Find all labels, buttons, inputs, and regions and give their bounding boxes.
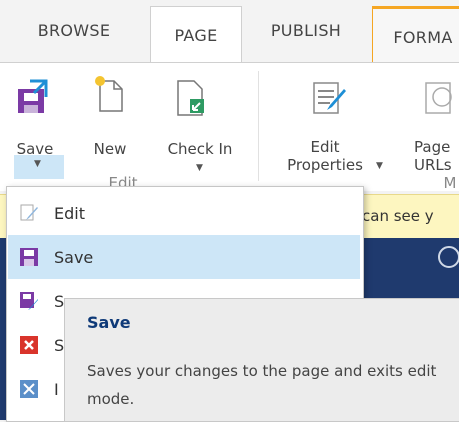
floppy-disk-icon bbox=[20, 248, 38, 266]
page-urls-icon bbox=[425, 82, 452, 114]
save-edit-icon bbox=[20, 292, 38, 310]
ribbon-edit-properties-label-2: Properties bbox=[287, 156, 363, 174]
red-x-icon bbox=[20, 336, 38, 354]
ribbon-edit-properties-label-1: Edit bbox=[310, 138, 340, 156]
ribbon-group-separator bbox=[258, 71, 259, 181]
tools-icon bbox=[20, 380, 38, 398]
ribbon-page-urls-button[interactable]: Page URLs bbox=[408, 79, 459, 179]
tooltip-title: Save bbox=[87, 313, 131, 332]
menu-item-tools-label: I bbox=[54, 379, 59, 399]
group-manage-label: M bbox=[443, 174, 457, 192]
chevron-down-icon: ▼ bbox=[34, 159, 41, 169]
ribbon-page-urls-label-1: Page bbox=[414, 138, 451, 156]
ribbon-checkin-label: Check In bbox=[167, 140, 233, 158]
ribbon-tab-strip: BROWSE PAGE PUBLISH FORMA bbox=[0, 0, 459, 65]
ribbon-save-button[interactable]: Save bbox=[10, 79, 60, 163]
ribbon: Save ▼ New Check In ▼ Edit Edit Properti… bbox=[0, 62, 459, 192]
new-page-icon bbox=[95, 76, 123, 112]
menu-item-save-label: Save bbox=[54, 247, 94, 267]
edit-properties-icon bbox=[313, 82, 346, 114]
menu-item-edit-label: Edit bbox=[54, 203, 85, 223]
menu-item-edit[interactable]: Edit bbox=[8, 191, 360, 235]
menu-item-save-and-keep-editing-label: S bbox=[54, 291, 65, 311]
header-icon bbox=[438, 246, 459, 268]
menu-item-save[interactable]: Save bbox=[8, 235, 360, 279]
check-in-icon bbox=[177, 80, 204, 116]
save-dropdown-arrow[interactable]: ▼ bbox=[14, 155, 64, 179]
ribbon-new-button[interactable]: New bbox=[86, 76, 134, 163]
ribbon-checkin-button[interactable]: Check In ▼ bbox=[150, 79, 250, 179]
status-bar-text: can see y bbox=[362, 207, 434, 225]
chevron-down-icon: ▼ bbox=[196, 163, 203, 173]
save-icon bbox=[18, 79, 48, 113]
tab-publish[interactable]: PUBLISH bbox=[246, 0, 366, 60]
tooltip-description: Saves your changes to the page and exits… bbox=[87, 362, 437, 408]
ribbon-page-urls-label-2: URLs bbox=[414, 156, 452, 174]
menu-item-stop-editing-label: S bbox=[54, 335, 65, 355]
tab-browse[interactable]: BROWSE bbox=[8, 0, 140, 60]
save-tooltip: Save Saves your changes to the page and … bbox=[64, 298, 459, 422]
ribbon-new-label: New bbox=[93, 140, 127, 158]
tab-page[interactable]: PAGE bbox=[150, 6, 242, 63]
chevron-down-icon: ▼ bbox=[376, 161, 383, 171]
pencil-doc-icon bbox=[20, 204, 38, 221]
ribbon-edit-properties-button[interactable]: Edit Properties ▼ bbox=[270, 79, 390, 179]
tab-format[interactable]: FORMA bbox=[372, 6, 459, 65]
